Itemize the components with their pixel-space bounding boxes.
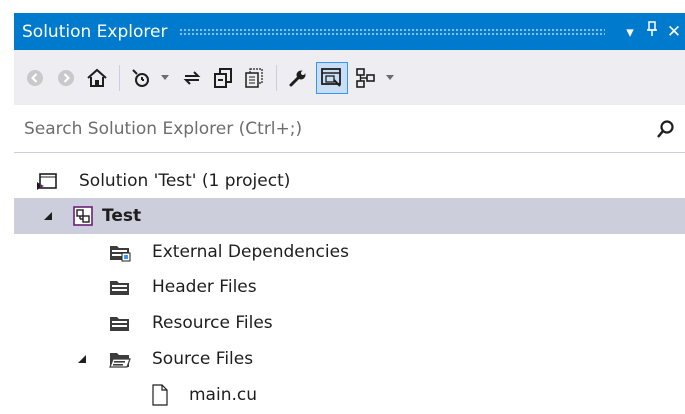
close-icon[interactable]: ✕ — [663, 22, 685, 42]
search-icon[interactable] — [655, 118, 685, 140]
pending-changes-filter-button[interactable] — [128, 63, 154, 93]
properties-button[interactable] — [285, 63, 311, 93]
tree-item-label: Header Files — [152, 277, 257, 297]
tree-item-folder[interactable]: Source Files — [14, 341, 685, 377]
class-view-button[interactable] — [353, 63, 379, 93]
title-bar-grip[interactable] — [179, 27, 605, 36]
sync-with-active-document-button[interactable] — [179, 63, 205, 93]
solution-tree: Solution 'Test' (1 project) Test Externa… — [14, 155, 685, 414]
tree-item-label: main.cu — [189, 385, 257, 405]
tree-item-folder[interactable]: External Dependencies — [14, 234, 685, 270]
search-box[interactable]: Search Solution Explorer (Ctrl+;) — [14, 105, 685, 153]
expanded-arrow-icon[interactable] — [75, 352, 89, 366]
chevron-down-icon — [386, 74, 394, 80]
window-position-dropdown-icon[interactable]: ▾ — [619, 23, 641, 41]
class-view-dropdown[interactable] — [384, 63, 396, 93]
filter-folder-icon — [109, 276, 131, 298]
tree-item-label: Test — [102, 206, 142, 226]
pending-changes-filter-dropdown[interactable] — [159, 63, 171, 93]
tree-item-file[interactable]: main.cu — [14, 377, 685, 413]
vc-project-icon — [72, 205, 94, 227]
tree-item-label: Source Files — [152, 349, 254, 369]
preview-selected-items-icon — [321, 67, 341, 87]
expanded-arrow-icon[interactable] — [41, 209, 55, 223]
auto-hide-pin-icon[interactable] — [641, 21, 663, 42]
file-icon — [149, 384, 171, 406]
filter-folder-icon — [109, 241, 131, 263]
forward-button[interactable] — [53, 63, 79, 93]
filter-folder-icon — [109, 312, 131, 334]
tree-item-label: Solution 'Test' (1 project) — [79, 171, 291, 191]
properties-icon — [289, 70, 306, 86]
sync-with-active-document-icon — [183, 70, 201, 85]
tool-window-title-bar[interactable]: Solution Explorer ▾ ✕ — [14, 13, 685, 50]
forward-icon — [58, 69, 74, 86]
solution-explorer-toolbar — [14, 50, 685, 105]
tree-item-solution[interactable]: Solution 'Test' (1 project) — [14, 163, 685, 199]
tree-item-label: External Dependencies — [152, 242, 349, 262]
tool-window-title: Solution Explorer — [22, 21, 168, 42]
chevron-down-icon — [161, 74, 169, 80]
pending-changes-filter-icon — [132, 68, 149, 87]
open-filter-folder-icon — [109, 348, 131, 370]
tree-item-project[interactable]: Test — [14, 198, 685, 234]
toolbar-separator — [276, 64, 277, 91]
solution-icon — [36, 170, 58, 192]
preview-selected-items-button[interactable] — [316, 61, 348, 94]
tree-item-label: Resource Files — [152, 313, 273, 333]
search-input[interactable]: Search Solution Explorer (Ctrl+;) — [14, 119, 655, 139]
show-all-files-icon — [245, 67, 263, 88]
toolbar-separator — [119, 64, 120, 91]
tree-item-folder[interactable]: Header Files — [14, 269, 685, 305]
back-icon — [27, 69, 43, 86]
collapse-all-icon — [214, 67, 232, 88]
back-button[interactable] — [22, 63, 48, 93]
home-button[interactable] — [84, 63, 110, 93]
collapse-all-button[interactable] — [210, 63, 236, 93]
class-view-icon — [356, 67, 375, 88]
show-all-files-button[interactable] — [241, 63, 267, 93]
home-icon — [87, 68, 107, 87]
tree-item-folder[interactable]: Resource Files — [14, 305, 685, 341]
